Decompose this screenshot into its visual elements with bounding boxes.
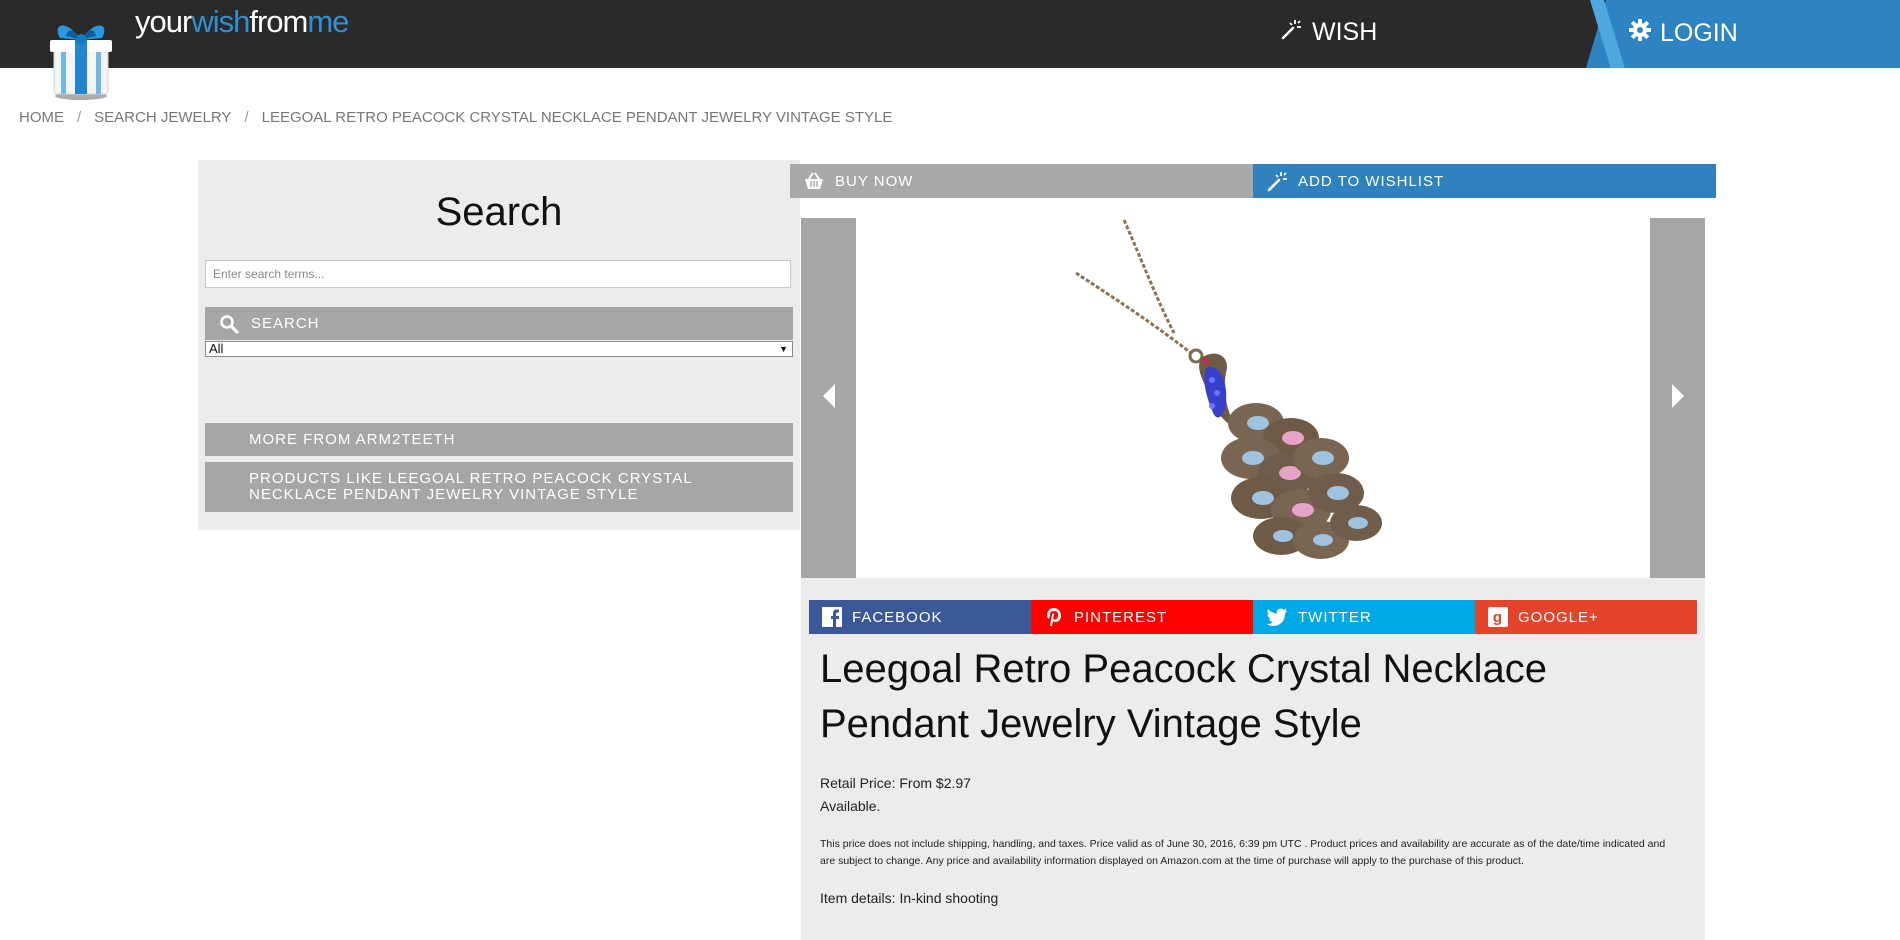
logo-part-from: from [249, 4, 308, 39]
product-image [856, 218, 1650, 578]
search-button[interactable]: SEARCH [205, 307, 793, 340]
gear-icon [1628, 18, 1652, 49]
search-input[interactable] [205, 260, 791, 288]
wish-nav-link[interactable]: WISH [1280, 18, 1377, 47]
login-button[interactable]: LOGIN [1628, 18, 1738, 49]
buy-now-label: BUY NOW [835, 172, 914, 190]
chevron-right-icon [1670, 382, 1686, 415]
breadcrumb-separator: / [244, 109, 249, 126]
image-carousel [801, 218, 1705, 578]
item-details: Item details: In-kind shooting [820, 890, 1002, 906]
logo-part-your: your [135, 4, 192, 39]
svg-text:g: g [1493, 609, 1503, 626]
availability-status: Available. [820, 798, 881, 814]
search-title: Search [435, 190, 563, 234]
search-button-label: SEARCH [251, 315, 320, 332]
breadcrumb-home[interactable]: HOME [19, 109, 64, 126]
category-select[interactable]: All ▼ [205, 341, 793, 357]
more-from-seller-label: MORE FROM ARM2TEETH [249, 431, 456, 448]
shopping-basket-icon [803, 171, 825, 191]
facebook-share-button[interactable]: FACEBOOK [809, 600, 1031, 634]
breadcrumb-search-jewelry[interactable]: SEARCH JEWELRY [94, 109, 231, 126]
login-label: LOGIN [1660, 19, 1738, 47]
breadcrumb-separator: / [77, 109, 82, 126]
buy-now-button[interactable]: BUY NOW [790, 164, 1253, 198]
googleplus-icon: g [1488, 607, 1508, 627]
retail-price: Retail Price: From $2.97 [820, 775, 971, 791]
breadcrumb-current-product: LEEGOAL RETRO PEACOCK CRYSTAL NECKLACE P… [261, 109, 893, 126]
logo-part-me: me [307, 4, 349, 39]
googleplus-share-button[interactable]: g GOOGLE+ [1475, 600, 1697, 634]
similar-products-label: PRODUCTS LIKE LEEGOAL RETRO PEACOCK CRYS… [249, 470, 693, 503]
item-details-label: Item details: [820, 890, 896, 906]
breadcrumb: HOME / SEARCH JEWELRY / LEEGOAL RETRO PEACOC… [19, 109, 892, 126]
category-select-value: All [209, 341, 224, 356]
product-title: Leegoal Retro Peacock Crystal Necklace P… [820, 647, 1548, 746]
search-icon [219, 314, 239, 334]
logo-part-wish: wish [191, 4, 250, 39]
price-disclaimer: This price does not include shipping, ha… [820, 838, 1666, 867]
more-from-seller-button[interactable]: MORE FROM ARM2TEETH [205, 423, 793, 456]
pinterest-icon [1044, 607, 1064, 627]
site-logo[interactable]: yourwishfromme [135, 4, 349, 40]
facebook-icon [822, 607, 842, 627]
add-to-wishlist-button[interactable]: ADD TO WISHLIST [1253, 164, 1716, 198]
magic-wand-icon [1266, 170, 1288, 192]
dropdown-arrow-icon: ▼ [779, 344, 788, 354]
pinterest-share-button[interactable]: PINTEREST [1031, 600, 1253, 634]
carousel-prev-button[interactable] [801, 218, 856, 578]
chevron-left-icon [821, 382, 837, 415]
wish-nav-label: WISH [1312, 18, 1378, 46]
item-details-value: In-kind shooting [899, 890, 999, 906]
gift-logo-icon[interactable] [46, 14, 116, 100]
googleplus-label: GOOGLE+ [1518, 608, 1599, 626]
twitter-share-button[interactable]: TWITTER [1253, 600, 1475, 634]
carousel-next-button[interactable] [1650, 218, 1705, 578]
twitter-label: TWITTER [1298, 608, 1372, 626]
similar-products-button[interactable]: PRODUCTS LIKE LEEGOAL RETRO PEACOCK CRYS… [205, 462, 793, 512]
search-panel: Search SEARCH All ▼ MORE FROM ARM2TEETH … [198, 160, 800, 530]
social-share-bar: FACEBOOK PINTEREST TWITTER g GOOGLE+ [809, 600, 1697, 634]
pinterest-label: PINTEREST [1074, 608, 1168, 626]
magic-wand-icon [1280, 18, 1302, 47]
add-to-wishlist-label: ADD TO WISHLIST [1298, 172, 1445, 190]
twitter-icon [1266, 608, 1288, 626]
facebook-label: FACEBOOK [852, 608, 943, 626]
